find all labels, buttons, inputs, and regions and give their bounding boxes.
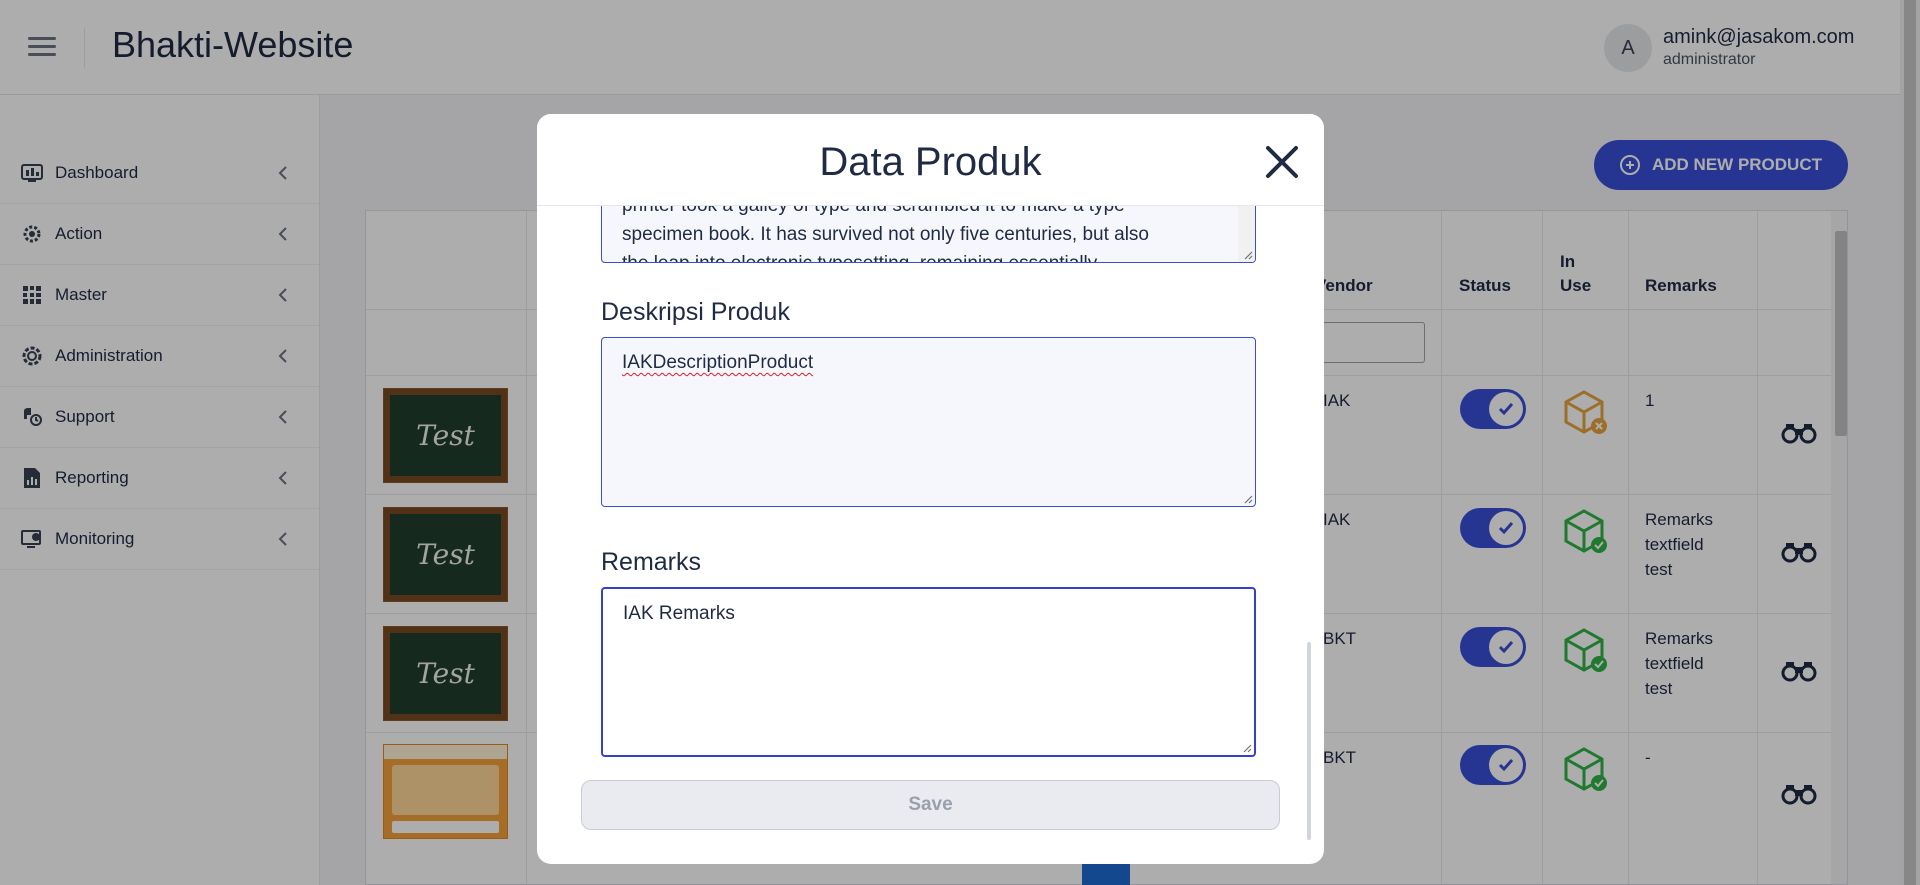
- modal-header: Data Produk: [537, 114, 1324, 206]
- text-line: the leap into electronic typesetting, re…: [622, 249, 1212, 262]
- modal-scrollbar-thumb[interactable]: [1307, 642, 1311, 840]
- description-textarea[interactable]: IAKDescriptionProduct: [601, 337, 1256, 507]
- save-button[interactable]: Save: [581, 780, 1280, 830]
- product-info-text: printer took a galley of type and scramb…: [622, 206, 1212, 262]
- modal-body: printer took a galley of type and scramb…: [537, 206, 1324, 864]
- close-icon[interactable]: [1262, 142, 1302, 182]
- data-produk-modal: Data Produk printer took a galley of typ…: [537, 114, 1324, 864]
- resize-handle-icon[interactable]: [1242, 743, 1252, 753]
- text-line: specimen book. It has survived not only …: [622, 224, 1149, 245]
- remarks-value: IAK Remarks: [623, 603, 735, 624]
- resize-handle-icon[interactable]: [1243, 250, 1253, 260]
- text-line: printer took a galley of type and scramb…: [622, 206, 1212, 220]
- remarks-textarea[interactable]: IAK Remarks: [601, 587, 1256, 757]
- description-label: Deskripsi Produk: [601, 298, 790, 326]
- modal-title: Data Produk: [819, 140, 1042, 184]
- remarks-label: Remarks: [601, 548, 702, 576]
- description-value: IAKDescriptionProduct: [622, 352, 814, 373]
- resize-handle-icon[interactable]: [1243, 494, 1253, 504]
- product-info-textarea[interactable]: printer took a galley of type and scramb…: [601, 206, 1256, 263]
